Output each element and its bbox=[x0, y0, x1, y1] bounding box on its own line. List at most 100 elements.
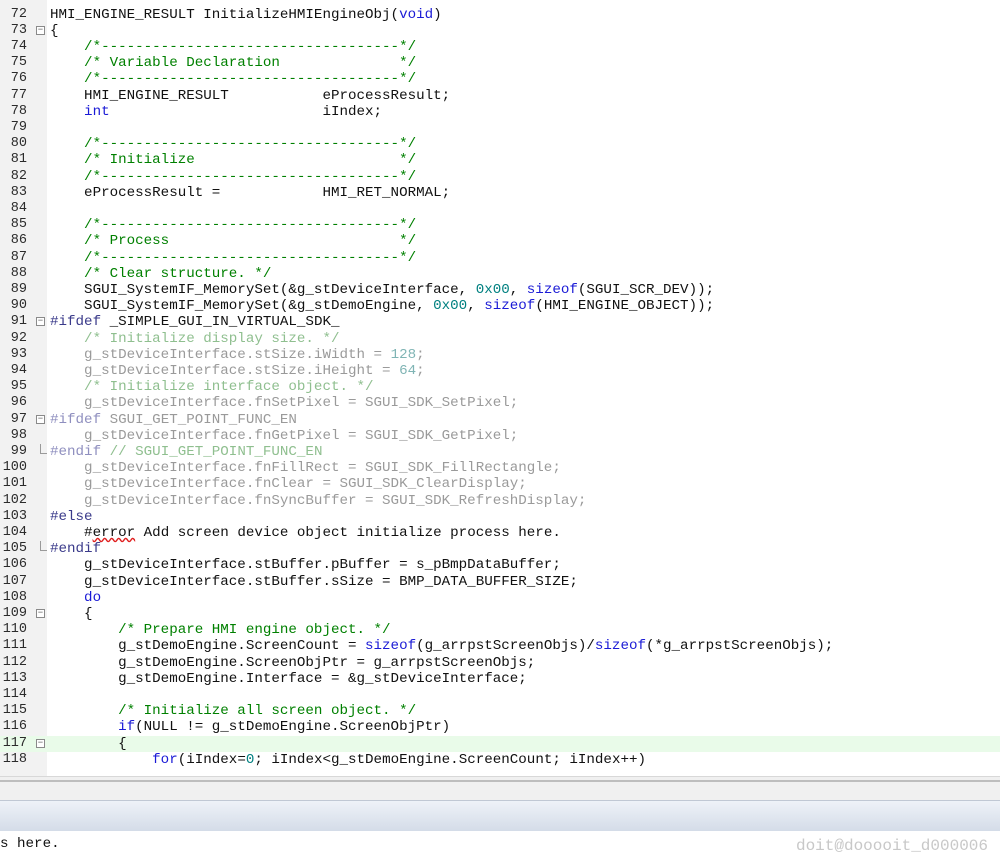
code-text[interactable]: { bbox=[50, 23, 59, 39]
code-line[interactable]: 87 /*-----------------------------------… bbox=[0, 250, 1000, 266]
code-line[interactable]: 82 /*-----------------------------------… bbox=[0, 169, 1000, 185]
code-text[interactable]: /*-----------------------------------*/ bbox=[50, 71, 416, 87]
build-output-panel[interactable]: s here. doit@dooooit_d000006 bbox=[0, 831, 1000, 864]
code-text[interactable]: /*-----------------------------------*/ bbox=[50, 169, 416, 185]
code-text[interactable]: g_stDeviceInterface.fnGetPixel = SGUI_SD… bbox=[50, 428, 518, 444]
code-line[interactable]: 79 bbox=[0, 120, 1000, 136]
code-text[interactable]: /*-----------------------------------*/ bbox=[50, 39, 416, 55]
code-line[interactable]: 88 /* Clear structure. */ bbox=[0, 266, 1000, 282]
code-text[interactable]: for(iIndex=0; iIndex<g_stDemoEngine.Scre… bbox=[50, 752, 646, 768]
code-line[interactable]: 104 #error Add screen device object init… bbox=[0, 525, 1000, 541]
code-text[interactable]: #else bbox=[50, 509, 93, 525]
code-line[interactable]: 84 bbox=[0, 201, 1000, 217]
code-text[interactable]: g_stDeviceInterface.stSize.iWidth = 128; bbox=[50, 347, 425, 363]
code-editor[interactable]: 72 HMI_ENGINE_RESULT InitializeHMIEngineO… bbox=[0, 0, 1000, 776]
code-line[interactable]: 105 #endif bbox=[0, 541, 1000, 557]
code-line[interactable]: 112 g_stDemoEngine.ScreenObjPtr = g_arrp… bbox=[0, 655, 1000, 671]
code-text[interactable]: #ifdef _SIMPLE_GUI_IN_VIRTUAL_SDK_ bbox=[50, 314, 339, 330]
code-line[interactable]: 102 g_stDeviceInterface.fnSyncBuffer = S… bbox=[0, 493, 1000, 509]
code-line[interactable]: 89 SGUI_SystemIF_MemorySet(&g_stDeviceIn… bbox=[0, 282, 1000, 298]
code-line[interactable]: 118 for(iIndex=0; iIndex<g_stDemoEngine.… bbox=[0, 752, 1000, 768]
code-text[interactable]: do bbox=[50, 590, 101, 606]
code-line[interactable]: 73−{ bbox=[0, 23, 1000, 39]
fold-toggle-icon[interactable]: − bbox=[36, 25, 45, 35]
code-text[interactable]: g_stDeviceInterface.stBuffer.sSize = BMP… bbox=[50, 574, 578, 590]
code-line[interactable]: 110 /* Prepare HMI engine object. */ bbox=[0, 622, 1000, 638]
fold-toggle-icon[interactable]: − bbox=[36, 414, 45, 424]
code-text[interactable]: g_stDeviceInterface.fnSetPixel = SGUI_SD… bbox=[50, 395, 518, 411]
code-text[interactable]: { bbox=[50, 736, 127, 752]
code-text[interactable]: /*-----------------------------------*/ bbox=[50, 250, 416, 266]
code-text[interactable]: { bbox=[50, 606, 93, 622]
code-text[interactable]: HMI_ENGINE_RESULT eProcessResult; bbox=[50, 88, 450, 104]
code-text[interactable]: g_stDeviceInterface.fnFillRect = SGUI_SD… bbox=[50, 460, 561, 476]
fold-toggle-icon[interactable]: − bbox=[36, 317, 45, 327]
code-text[interactable]: g_stDeviceInterface.stBuffer.pBuffer = s… bbox=[50, 557, 561, 573]
code-line[interactable]: 92 /* Initialize display size. */ bbox=[0, 331, 1000, 347]
code-line[interactable]: 74 /*-----------------------------------… bbox=[0, 39, 1000, 55]
code-line[interactable]: 80 /*-----------------------------------… bbox=[0, 136, 1000, 152]
code-text[interactable]: g_stDemoEngine.ScreenCount = sizeof(g_ar… bbox=[50, 638, 833, 654]
code-line[interactable]: 106 g_stDeviceInterface.stBuffer.pBuffer… bbox=[0, 557, 1000, 573]
code-text[interactable]: /*-----------------------------------*/ bbox=[50, 136, 416, 152]
code-text[interactable]: g_stDeviceInterface.fnSyncBuffer = SGUI_… bbox=[50, 493, 586, 509]
code-line[interactable]: 97− #ifdef SGUI_GET_POINT_FUNC_EN bbox=[0, 412, 1000, 428]
code-line[interactable]: 90 SGUI_SystemIF_MemorySet(&g_stDemoEngi… bbox=[0, 298, 1000, 314]
code-line[interactable]: 116 if(NULL != g_stDemoEngine.ScreenObjP… bbox=[0, 719, 1000, 735]
code-line[interactable]: 109− { bbox=[0, 606, 1000, 622]
code-line[interactable]: 107 g_stDeviceInterface.stBuffer.sSize =… bbox=[0, 574, 1000, 590]
code-line[interactable]: 78 int iIndex; bbox=[0, 104, 1000, 120]
code-text[interactable]: #endif // SGUI_GET_POINT_FUNC_EN bbox=[50, 444, 322, 460]
fold-toggle-icon[interactable]: − bbox=[36, 738, 45, 748]
code-text[interactable]: /* Initialize */ bbox=[50, 152, 416, 168]
code-line[interactable]: 93 g_stDeviceInterface.stSize.iWidth = 1… bbox=[0, 347, 1000, 363]
code-text[interactable]: /* Initialize display size. */ bbox=[50, 331, 339, 347]
code-line[interactable]: 113 g_stDemoEngine.Interface = &g_stDevi… bbox=[0, 671, 1000, 687]
horizontal-scrollbar[interactable] bbox=[0, 776, 1000, 801]
code-text[interactable]: /* Initialize interface object. */ bbox=[50, 379, 373, 395]
code-line[interactable]: 95 /* Initialize interface object. */ bbox=[0, 379, 1000, 395]
code-line[interactable]: 77 HMI_ENGINE_RESULT eProcessResult; bbox=[0, 88, 1000, 104]
code-line[interactable]: 76 /*-----------------------------------… bbox=[0, 71, 1000, 87]
code-text[interactable]: #endif bbox=[50, 541, 101, 557]
code-text[interactable]: int iIndex; bbox=[50, 104, 382, 120]
code-line[interactable]: 100 g_stDeviceInterface.fnFillRect = SGU… bbox=[0, 460, 1000, 476]
code-text[interactable]: /* Clear structure. */ bbox=[50, 266, 271, 282]
code-line[interactable]: 72 HMI_ENGINE_RESULT InitializeHMIEngineO… bbox=[0, 7, 1000, 23]
code-line[interactable]: 86 /* Process */ bbox=[0, 233, 1000, 249]
code-text[interactable]: g_stDemoEngine.ScreenObjPtr = g_arrpstSc… bbox=[50, 655, 535, 671]
code-text[interactable]: /*-----------------------------------*/ bbox=[50, 217, 416, 233]
code-line[interactable]: 117− { bbox=[0, 735, 1000, 752]
code-line[interactable]: 81 /* Initialize */ bbox=[0, 152, 1000, 168]
code-line[interactable]: 114 bbox=[0, 687, 1000, 703]
code-text[interactable]: /* Variable Declaration */ bbox=[50, 55, 416, 71]
code-text[interactable]: SGUI_SystemIF_MemorySet(&g_stDeviceInter… bbox=[50, 282, 714, 298]
code-line[interactable]: 111 g_stDemoEngine.ScreenCount = sizeof(… bbox=[0, 638, 1000, 654]
code-line[interactable]: 115 /* Initialize all screen object. */ bbox=[0, 703, 1000, 719]
code-text[interactable]: /* Process */ bbox=[50, 233, 416, 249]
code-text[interactable]: #ifdef SGUI_GET_POINT_FUNC_EN bbox=[50, 412, 297, 428]
code-text[interactable]: #error Add screen device object initiali… bbox=[50, 525, 561, 541]
code-line[interactable]: 99 #endif // SGUI_GET_POINT_FUNC_EN bbox=[0, 443, 1000, 460]
code-line[interactable]: 103 #else bbox=[0, 509, 1000, 525]
code-text[interactable]: g_stDemoEngine.Interface = &g_stDeviceIn… bbox=[50, 671, 527, 687]
code-line[interactable]: 75 /* Variable Declaration */ bbox=[0, 55, 1000, 71]
code-line[interactable]: 83 eProcessResult = HMI_RET_NORMAL; bbox=[0, 185, 1000, 201]
fold-toggle-icon[interactable]: − bbox=[36, 608, 45, 618]
code-text[interactable]: /* Prepare HMI engine object. */ bbox=[50, 622, 390, 638]
code-text[interactable]: eProcessResult = HMI_RET_NORMAL; bbox=[50, 185, 450, 201]
code-line[interactable]: 94 g_stDeviceInterface.stSize.iHeight = … bbox=[0, 363, 1000, 379]
code-text[interactable]: g_stDeviceInterface.stSize.iHeight = 64; bbox=[50, 363, 425, 379]
code-text[interactable]: HMI_ENGINE_RESULT InitializeHMIEngineObj… bbox=[50, 7, 442, 23]
scrollbar-track[interactable] bbox=[0, 780, 1000, 782]
code-text[interactable]: if(NULL != g_stDemoEngine.ScreenObjPtr) bbox=[50, 719, 450, 735]
code-line[interactable]: 91− #ifdef _SIMPLE_GUI_IN_VIRTUAL_SDK_ bbox=[0, 314, 1000, 330]
code-line[interactable]: 108 do bbox=[0, 590, 1000, 606]
code-line[interactable]: 96 g_stDeviceInterface.fnSetPixel = SGUI… bbox=[0, 395, 1000, 411]
code-text[interactable]: g_stDeviceInterface.fnClear = SGUI_SDK_C… bbox=[50, 476, 527, 492]
code-line[interactable]: 101 g_stDeviceInterface.fnClear = SGUI_S… bbox=[0, 476, 1000, 492]
code-text[interactable]: SGUI_SystemIF_MemorySet(&g_stDemoEngine,… bbox=[50, 298, 714, 314]
code-line[interactable]: 85 /*-----------------------------------… bbox=[0, 217, 1000, 233]
code-text[interactable]: /* Initialize all screen object. */ bbox=[50, 703, 416, 719]
code-line[interactable]: 98 g_stDeviceInterface.fnGetPixel = SGUI… bbox=[0, 428, 1000, 444]
